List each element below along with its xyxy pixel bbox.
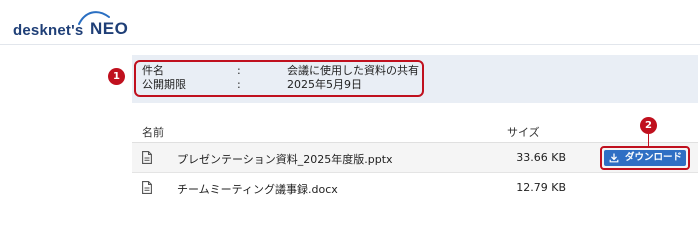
callout-badge-2: 2 xyxy=(640,117,657,134)
table-row[interactable]: チームミーティング議事録.docx 12.79 KB xyxy=(132,173,698,203)
highlight-box-download: ダウンロード xyxy=(600,146,690,170)
download-button-label: ダウンロード xyxy=(625,152,683,163)
download-button[interactable]: ダウンロード xyxy=(604,150,686,166)
column-header-size: サイズ xyxy=(507,126,540,139)
file-name[interactable]: プレゼンテーション資料_2025年度版.pptx xyxy=(177,151,393,167)
logo-text-neo: NEO xyxy=(90,19,129,38)
file-size: 33.66 KB xyxy=(516,151,566,164)
file-name[interactable]: チームミーティング議事録.docx xyxy=(177,181,338,197)
column-header-name: 名前 xyxy=(142,126,164,139)
callout-badge-1: 1 xyxy=(108,68,125,85)
logo-text-desknets: desknet's xyxy=(13,22,84,39)
file-size: 12.79 KB xyxy=(516,181,566,194)
desknets-neo-logo[interactable]: desknet's NEO xyxy=(13,8,133,39)
download-icon xyxy=(609,153,619,163)
document-icon xyxy=(142,151,152,164)
app-header: desknet's NEO xyxy=(0,0,700,45)
callout-connector xyxy=(648,134,649,146)
highlight-box-info xyxy=(134,60,424,97)
document-icon xyxy=(142,181,152,194)
